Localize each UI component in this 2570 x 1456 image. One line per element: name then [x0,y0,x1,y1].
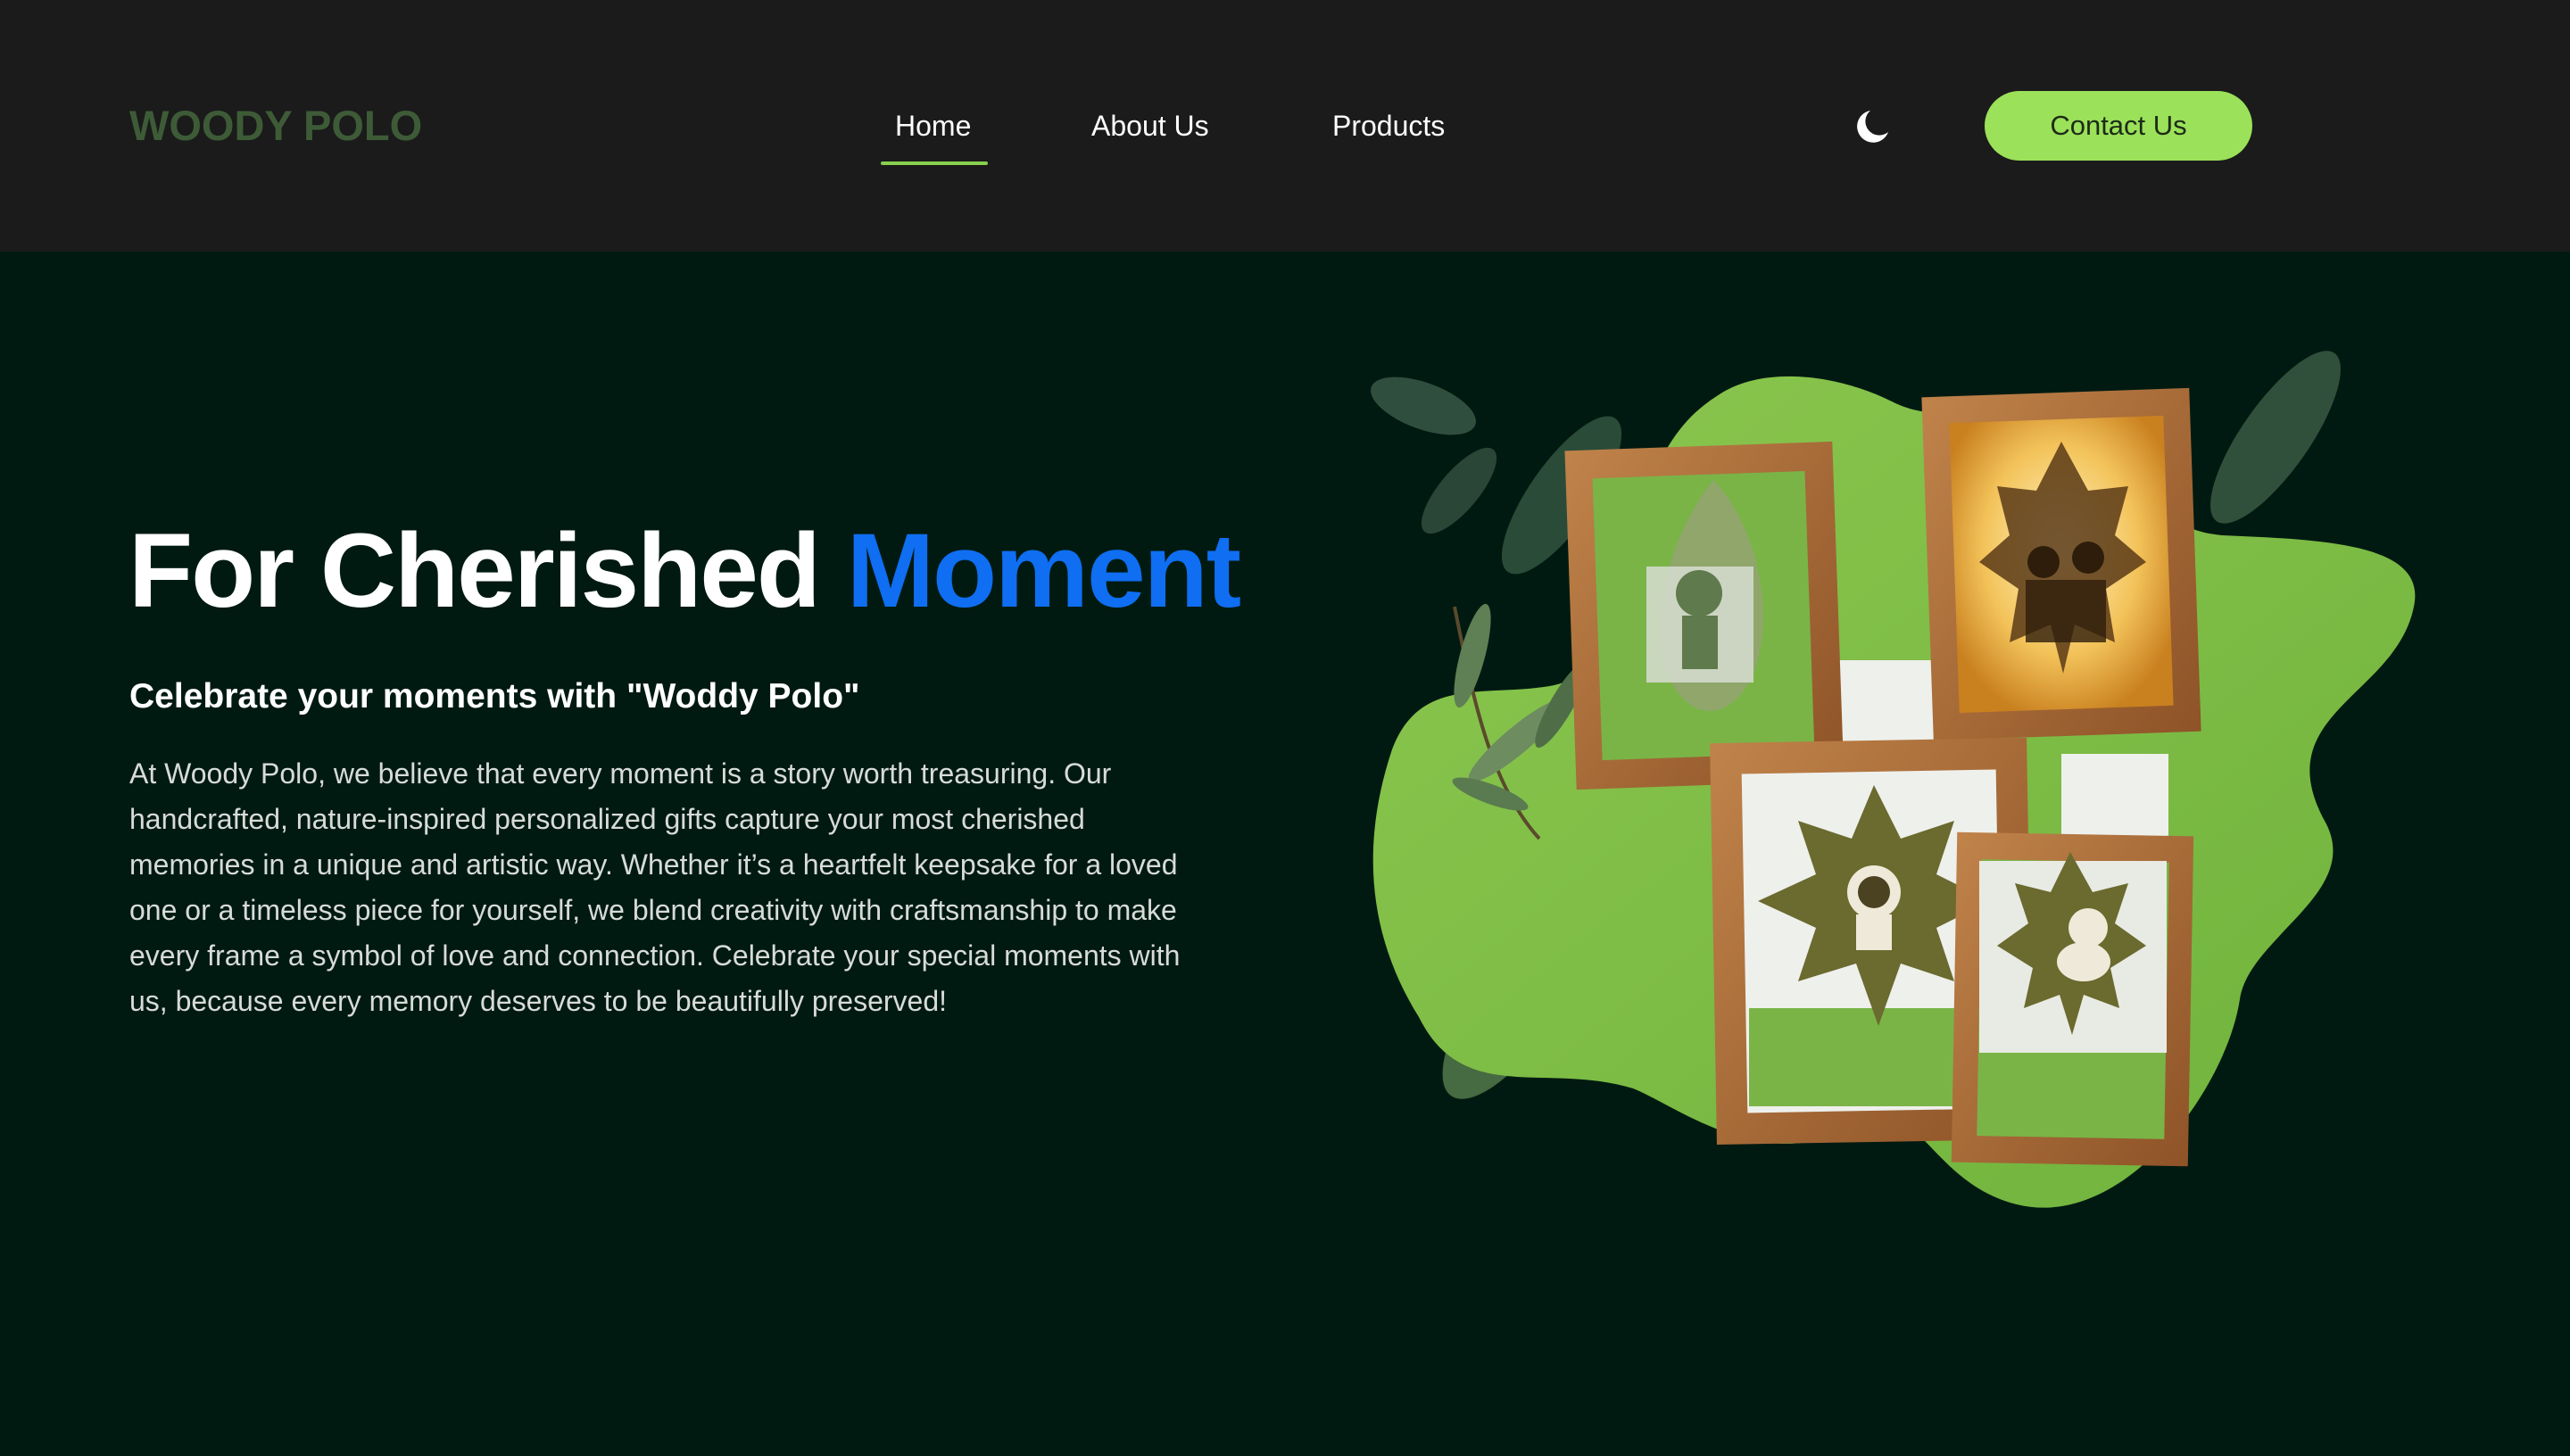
nav-link-home[interactable]: Home [895,105,971,146]
hero-image [1339,321,2463,1231]
hero-title-main: For Cherished [128,512,847,630]
theme-toggle-button[interactable] [1851,105,1894,148]
leaf-portrait-frame [1564,441,1845,790]
moon-icon [1857,111,1888,143]
hero-title-accent: Moment [846,512,1241,630]
hero-title: For Cherished Moment [128,512,1241,630]
nav-active-indicator [881,161,988,165]
hero-subtitle: Celebrate your moments with "Woddy Polo" [129,677,860,716]
nav-link-products[interactable]: Products [1332,105,1445,146]
logo[interactable]: WOODY POLO [129,100,422,152]
contact-us-button[interactable]: Contact Us [1985,91,2252,161]
navbar: WOODY POLO Home About Us Products Contac… [0,0,2570,252]
lit-leaf-couple-frame [1921,387,2201,741]
hero-description: At Woody Polo, we believe that every mom… [129,757,1181,1017]
leaf-dog-frame [1951,831,2194,1167]
nav-link-about[interactable]: About Us [1091,105,1209,146]
leaf-frames-illustration [1371,351,2416,1208]
